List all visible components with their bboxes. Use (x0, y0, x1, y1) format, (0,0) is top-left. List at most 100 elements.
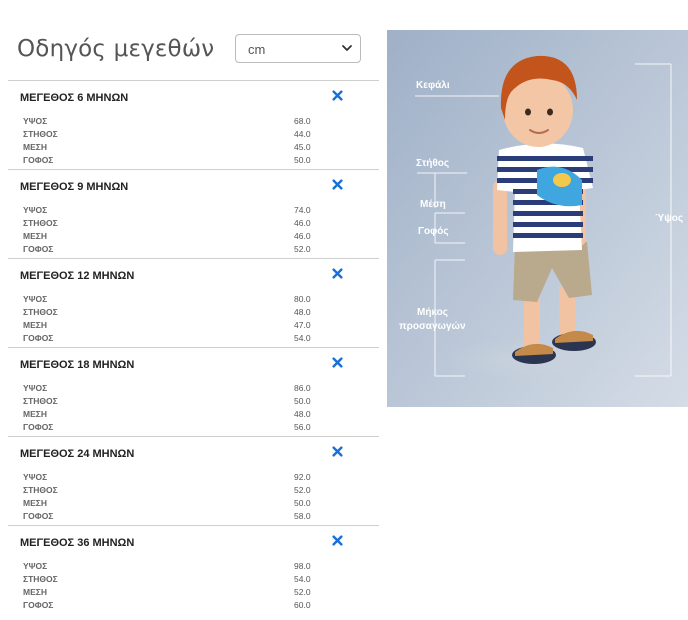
measurement-label: ΜΕΣΗ (23, 320, 47, 330)
measurement-table: ΥΨΟΣ 74.0 ΣΤΗΘΟΣ 46.0 ΜΕΣΗ 46.0 ΓΟΦΟΣ 52.0 (23, 204, 323, 256)
measurement-label: ΥΨΟΣ (23, 383, 48, 393)
size-title: ΜΕΓΕΘΟΣ 12 ΜΗΝΩΝ (20, 270, 135, 282)
measurement-label: ΜΕΣΗ (23, 587, 47, 597)
size-card: ΜΕΓΕΘΟΣ 6 ΜΗΝΩΝ ΥΨΟΣ 68.0 ΣΤΗΘΟΣ 44.0 ΜΕΣΗ 45.… (8, 80, 379, 169)
measurement-table: ΥΨΟΣ 80.0 ΣΤΗΘΟΣ 48.0 ΜΕΣΗ 47.0 ΓΟΦΟΣ 54.0 (23, 293, 323, 345)
measurement-table: ΥΨΟΣ 98.0 ΣΤΗΘΟΣ 54.0 ΜΕΣΗ 52.0 ΓΟΦΟΣ 60.0 (23, 560, 323, 612)
measurement-label: ΜΕΣΗ (23, 409, 47, 419)
measurement-row: ΥΨΟΣ 86.0 (23, 382, 323, 395)
measurement-row: ΣΤΗΘΟΣ 48.0 (23, 306, 323, 319)
label-chest: Στήθος (416, 158, 449, 169)
measurement-value: 74.0 (294, 205, 311, 215)
measurement-value: 48.0 (294, 409, 311, 419)
measurement-label: ΣΤΗΘΟΣ (23, 307, 58, 317)
measurement-label: ΜΕΣΗ (23, 498, 47, 508)
measurement-value: 48.0 (294, 307, 311, 317)
measurement-row: ΜΕΣΗ 45.0 (23, 141, 323, 154)
measurement-row: ΥΨΟΣ 80.0 (23, 293, 323, 306)
unit-select[interactable]: cm (235, 34, 361, 63)
measurement-label: ΜΕΣΗ (23, 231, 47, 241)
measurement-row: ΥΨΟΣ 74.0 (23, 204, 323, 217)
size-list: ΜΕΓΕΘΟΣ 6 ΜΗΝΩΝ ΥΨΟΣ 68.0 ΣΤΗΘΟΣ 44.0 ΜΕΣΗ 45.… (8, 80, 379, 614)
measurement-row: ΜΕΣΗ 47.0 (23, 319, 323, 332)
measurement-label: ΣΤΗΘΟΣ (23, 396, 58, 406)
measurement-row: ΓΟΦΟΣ 54.0 (23, 332, 323, 345)
measurement-value: 46.0 (294, 231, 311, 241)
measurement-value: 45.0 (294, 142, 311, 152)
size-title: ΜΕΓΕΘΟΣ 24 ΜΗΝΩΝ (20, 448, 135, 460)
size-title: ΜΕΓΕΘΟΣ 36 ΜΗΝΩΝ (20, 537, 135, 549)
measurement-value: 54.0 (294, 333, 311, 343)
measurement-row: ΥΨΟΣ 98.0 (23, 560, 323, 573)
measurement-table: ΥΨΟΣ 92.0 ΣΤΗΘΟΣ 52.0 ΜΕΣΗ 50.0 ΓΟΦΟΣ 58.0 (23, 471, 323, 523)
measurement-row: ΜΕΣΗ 50.0 (23, 497, 323, 510)
measurement-value: 46.0 (294, 218, 311, 228)
measurement-value: 98.0 (294, 561, 311, 571)
size-card: ΜΕΓΕΘΟΣ 36 ΜΗΝΩΝ ΥΨΟΣ 98.0 ΣΤΗΘΟΣ 54.0 ΜΕΣΗ 52… (8, 525, 379, 614)
measurement-table: ΥΨΟΣ 86.0 ΣΤΗΘΟΣ 50.0 ΜΕΣΗ 48.0 ΓΟΦΟΣ 56.0 (23, 382, 323, 434)
measurement-value: 50.0 (294, 498, 311, 508)
measurement-label: ΥΨΟΣ (23, 116, 48, 126)
measurement-value: 68.0 (294, 116, 311, 126)
label-inseam-2: προσαγωγών (399, 321, 466, 332)
label-height: Ύψος (655, 213, 683, 224)
measurement-label: ΜΕΣΗ (23, 142, 47, 152)
measurement-label: ΓΟΦΟΣ (23, 422, 54, 432)
label-hip: Γοφός (418, 226, 449, 237)
measurement-value: 47.0 (294, 320, 311, 330)
measurement-value: 92.0 (294, 472, 311, 482)
measurement-value: 52.0 (294, 485, 311, 495)
measurement-row: ΣΤΗΘΟΣ 50.0 (23, 395, 323, 408)
measurement-row: ΜΕΣΗ 46.0 (23, 230, 323, 243)
measurement-value: 50.0 (294, 396, 311, 406)
chevron-down-icon (342, 45, 352, 51)
measurement-row: ΣΤΗΘΟΣ 52.0 (23, 484, 323, 497)
measurement-row: ΥΨΟΣ 92.0 (23, 471, 323, 484)
measurement-value: 86.0 (294, 383, 311, 393)
measurement-photo: Κεφάλι Στήθος Μέση Γοφός Μήκος προσαγωγώ… (387, 30, 688, 407)
close-icon[interactable] (332, 90, 343, 101)
measurement-row: ΓΟΦΟΣ 52.0 (23, 243, 323, 256)
close-icon[interactable] (332, 535, 343, 546)
size-card: ΜΕΓΕΘΟΣ 18 ΜΗΝΩΝ ΥΨΟΣ 86.0 ΣΤΗΘΟΣ 50.0 ΜΕΣΗ 48… (8, 347, 379, 436)
measurement-label: ΓΟΦΟΣ (23, 244, 54, 254)
close-icon[interactable] (332, 446, 343, 457)
measurement-label: ΥΨΟΣ (23, 472, 48, 482)
measurement-label: ΓΟΦΟΣ (23, 511, 54, 521)
measurement-row: ΣΤΗΘΟΣ 54.0 (23, 573, 323, 586)
measurement-label: ΓΟΦΟΣ (23, 600, 54, 610)
measurement-value: 52.0 (294, 244, 311, 254)
size-title: ΜΕΓΕΘΟΣ 9 ΜΗΝΩΝ (20, 181, 129, 193)
measurement-label: ΣΤΗΘΟΣ (23, 129, 58, 139)
label-waist: Μέση (420, 199, 446, 210)
measurement-row: ΜΕΣΗ 52.0 (23, 586, 323, 599)
measurement-row: ΣΤΗΘΟΣ 46.0 (23, 217, 323, 230)
size-card: ΜΕΓΕΘΟΣ 24 ΜΗΝΩΝ ΥΨΟΣ 92.0 ΣΤΗΘΟΣ 52.0 ΜΕΣΗ 50… (8, 436, 379, 525)
size-title: ΜΕΓΕΘΟΣ 6 ΜΗΝΩΝ (20, 92, 129, 104)
measurement-row: ΥΨΟΣ 68.0 (23, 115, 323, 128)
measurement-value: 54.0 (294, 574, 311, 584)
close-icon[interactable] (332, 357, 343, 368)
measurement-row: ΓΟΦΟΣ 50.0 (23, 154, 323, 167)
close-icon[interactable] (332, 268, 343, 279)
close-icon[interactable] (332, 179, 343, 190)
measurement-label: ΣΤΗΘΟΣ (23, 574, 58, 584)
unit-select-value: cm (248, 42, 266, 57)
child-illustration: Κεφάλι Στήθος Μέση Γοφός Μήκος προσαγωγώ… (387, 30, 688, 407)
label-head: Κεφάλι (416, 80, 450, 91)
measurement-row: ΜΕΣΗ 48.0 (23, 408, 323, 421)
measurement-label: ΥΨΟΣ (23, 561, 48, 571)
measurement-label: ΣΤΗΘΟΣ (23, 218, 58, 228)
measurement-row: ΓΟΦΟΣ 60.0 (23, 599, 323, 612)
measurement-row: ΣΤΗΘΟΣ 44.0 (23, 128, 323, 141)
measurement-label: ΥΨΟΣ (23, 294, 48, 304)
page-title: Οδηγός μεγεθών (17, 36, 215, 62)
measurement-label: ΓΟΦΟΣ (23, 333, 54, 343)
measurement-label: ΥΨΟΣ (23, 205, 48, 215)
measurement-row: ΓΟΦΟΣ 56.0 (23, 421, 323, 434)
size-card: ΜΕΓΕΘΟΣ 9 ΜΗΝΩΝ ΥΨΟΣ 74.0 ΣΤΗΘΟΣ 46.0 ΜΕΣΗ 46.… (8, 169, 379, 258)
measurement-value: 44.0 (294, 129, 311, 139)
measurement-value: 50.0 (294, 155, 311, 165)
measurement-value: 80.0 (294, 294, 311, 304)
measurement-label: ΓΟΦΟΣ (23, 155, 54, 165)
